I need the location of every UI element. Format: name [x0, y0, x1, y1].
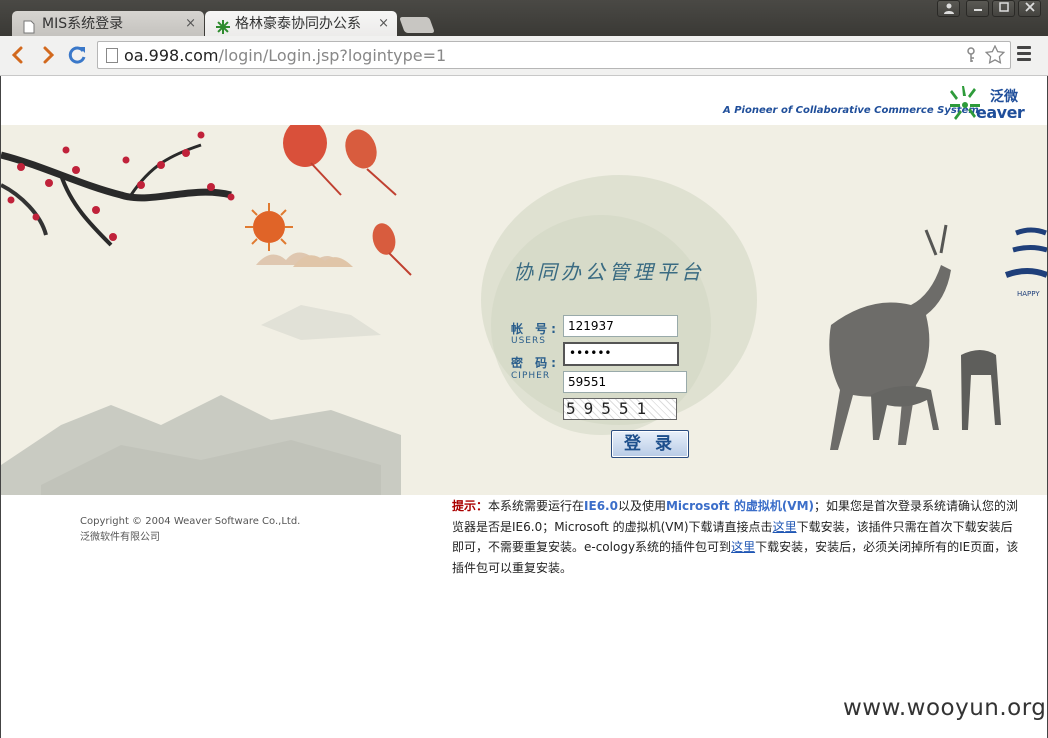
tab-label: MIS系统登录 [42, 16, 124, 32]
page-icon [23, 17, 37, 34]
company-name: 泛微软件有限公司 [80, 532, 160, 543]
sun-art [245, 203, 293, 251]
page-icon [106, 48, 118, 63]
login-button[interactable]: 登 录 [611, 430, 689, 458]
tip-ie-version: IE6.0 [584, 499, 618, 513]
plum-branch-art [1, 131, 235, 247]
lantern-art [283, 125, 412, 276]
tip-label: 提示： [452, 499, 489, 513]
page-header: A Pioneer of Collaborative Commerce Syst… [1, 76, 1047, 125]
close-tab-icon[interactable]: × [378, 11, 389, 37]
reload-icon[interactable] [65, 43, 89, 67]
tagline: A Pioneer of Collaborative Commerce Syst… [723, 105, 979, 116]
mountain-art [1, 305, 401, 495]
forward-icon[interactable] [36, 43, 60, 67]
tip-text: 本系统需要运行在 [488, 499, 585, 513]
password-field[interactable]: •••••• [563, 342, 679, 366]
username-sublabel: USERS [511, 336, 546, 346]
wooyun-watermark: www.wooyun.org [843, 695, 1047, 721]
captcha-input[interactable]: 59551 [563, 371, 687, 393]
browser-toolbar: oa.998.com/login/Login.jsp?logintype=1 [0, 36, 1048, 76]
login-banner: HAPPY 协同办公管理平台 帐 号: USERS 121937 密 码: CI… [1, 125, 1047, 495]
username-label: 帐 号: [511, 322, 560, 336]
user-profile-icon[interactable] [937, 0, 960, 17]
plugin-download-link[interactable]: 这里 [731, 540, 755, 554]
close-tab-icon[interactable]: × [185, 11, 196, 37]
tip-text: 以及使用 [617, 499, 666, 513]
tip-vm-name: Microsoft 的虚拟机(VM) [665, 499, 815, 513]
maximize-icon[interactable] [992, 0, 1015, 17]
deer-art [829, 224, 1001, 450]
tab-label: 格林豪泰协同办公系 [235, 16, 361, 32]
key-icon[interactable] [964, 47, 978, 67]
vm-download-link[interactable]: 这里 [773, 520, 797, 534]
address-bar[interactable]: oa.998.com/login/Login.jsp?logintype=1 [97, 41, 1011, 69]
url-text[interactable]: oa.998.com/login/Login.jsp?logintype=1 [124, 46, 446, 65]
new-tab-button[interactable] [399, 17, 435, 33]
password-sublabel: CIPHER [511, 371, 551, 381]
tab-mis-login[interactable]: MIS系统登录 × [12, 11, 204, 37]
tab-oa-login[interactable]: 格林豪泰协同办公系 × [205, 11, 397, 37]
minimize-icon[interactable] [966, 0, 989, 17]
browser-window: MIS系统登录 × 格林豪泰协同办公系 × oa.998.com/login/L… [0, 0, 1048, 738]
happy-text: HAPPY [1017, 290, 1040, 298]
menu-icon[interactable] [1017, 46, 1031, 64]
copyright-text: Copyright © 2004 Weaver Software Co.,Ltd… [80, 516, 301, 527]
weaver-logo: 泛微 eaver [948, 82, 1026, 124]
banner-artwork [1, 125, 1047, 495]
close-window-icon[interactable] [1018, 0, 1041, 17]
captcha-image[interactable]: 59551 [563, 398, 677, 420]
tab-strip: MIS系统登录 × 格林豪泰协同办公系 × [0, 0, 1048, 37]
copyright-block: Copyright © 2004 Weaver Software Co.,Ltd… [80, 514, 300, 546]
logo-english-text: eaver [976, 103, 1025, 122]
login-panel-title: 协同办公管理平台 [513, 260, 705, 284]
weaver-favicon-icon [216, 17, 230, 34]
web-page: A Pioneer of Collaborative Commerce Syst… [0, 76, 1048, 738]
install-tip: 提示：本系统需要运行在IE6.0以及使用Microsoft 的虚拟机(VM)；如… [452, 496, 1024, 578]
username-field[interactable]: 121937 [563, 315, 678, 337]
star-icon[interactable] [984, 44, 1006, 69]
password-label: 密 码: [511, 356, 560, 370]
back-icon[interactable] [6, 43, 30, 67]
